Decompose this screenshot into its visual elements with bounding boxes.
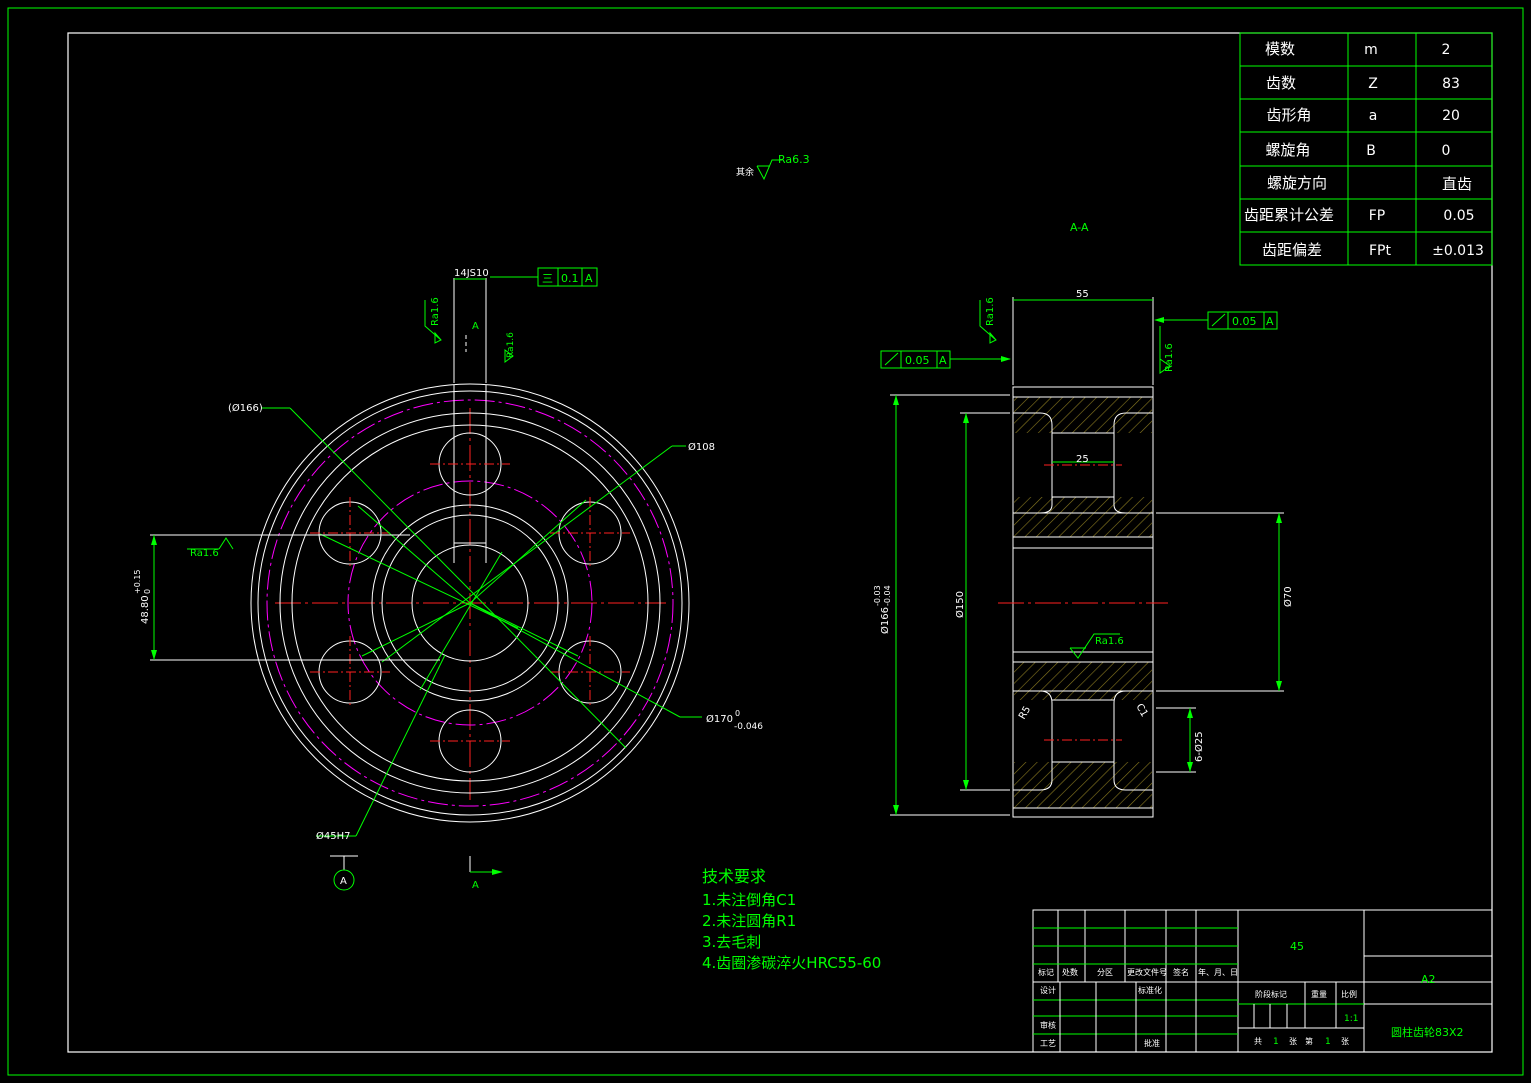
svg-text:Ø166: Ø166	[879, 607, 891, 634]
param-symbol: FPt	[1369, 243, 1391, 259]
svg-text:其余: 其余	[736, 166, 754, 178]
svg-text:批准: 批准	[1144, 1038, 1160, 1048]
svg-text:共: 共	[1254, 1037, 1262, 1046]
param-name: 齿数	[1266, 74, 1296, 92]
svg-text:6-Ø25: 6-Ø25	[1193, 731, 1205, 762]
svg-text:更改文件号: 更改文件号	[1127, 967, 1167, 977]
svg-text:2.未注圆角R1: 2.未注圆角R1	[702, 912, 796, 930]
svg-text:Ra1.6: Ra1.6	[1164, 343, 1175, 372]
svg-text:-0.04: -0.04	[883, 585, 892, 606]
svg-text:重量: 重量	[1311, 989, 1327, 999]
svg-text:45: 45	[1290, 940, 1304, 953]
svg-text:(Ø166): (Ø166)	[228, 402, 263, 414]
svg-text:审核: 审核	[1040, 1020, 1056, 1030]
param-name: 螺旋角	[1265, 141, 1310, 159]
svg-text:技术要求: 技术要求	[702, 867, 766, 886]
param-value: 直齿	[1442, 175, 1472, 193]
svg-text:A: A	[472, 880, 479, 891]
svg-text:圆柱齿轮83X2: 圆柱齿轮83X2	[1391, 1025, 1464, 1039]
svg-text:A2: A2	[1421, 973, 1436, 986]
svg-text:Ø108: Ø108	[688, 441, 715, 453]
svg-text:C1: C1	[1133, 702, 1149, 719]
svg-text:0: 0	[143, 589, 152, 594]
svg-text:25: 25	[1076, 454, 1089, 465]
svg-text:55: 55	[1076, 289, 1089, 300]
svg-text:标记: 标记	[1038, 967, 1054, 977]
roughness-other: 其余 Ra6.3	[736, 153, 810, 181]
param-value: 2	[1442, 42, 1451, 58]
svg-text:设计: 设计	[1040, 985, 1056, 995]
svg-text:0.05: 0.05	[1232, 315, 1257, 328]
svg-text:标准化: 标准化	[1138, 985, 1162, 995]
svg-text:阶段标记: 阶段标记	[1255, 989, 1287, 999]
svg-text:Ra1.6: Ra1.6	[430, 297, 441, 326]
svg-text:Ra6.3: Ra6.3	[778, 153, 810, 166]
svg-text:Ø170: Ø170	[706, 713, 733, 725]
side-view: 25 55 Ra1.6 Ra1.6 0.05 A 0.05 A Ø166 -0.…	[873, 289, 1294, 818]
svg-text:第: 第	[1305, 1036, 1313, 1046]
svg-text:张: 张	[1289, 1037, 1297, 1046]
param-value: 0	[1442, 143, 1451, 159]
svg-text:年、月、日: 年、月、日	[1198, 967, 1238, 977]
svg-text:1: 1	[1325, 1037, 1331, 1047]
svg-text:+0.15: +0.15	[133, 569, 142, 594]
param-name: 齿形角	[1266, 106, 1311, 124]
svg-text:A: A	[585, 272, 593, 285]
svg-text:处数: 处数	[1062, 967, 1078, 977]
svg-text:1:1: 1:1	[1344, 1014, 1358, 1024]
svg-text:0.05: 0.05	[905, 354, 930, 367]
svg-text:Ra1.6: Ra1.6	[985, 297, 996, 326]
param-name: 齿距累计公差	[1244, 206, 1334, 224]
section-label: A-A	[1070, 221, 1089, 234]
param-name: 模数	[1265, 40, 1295, 58]
param-symbol: FP	[1369, 208, 1386, 224]
svg-text:工艺: 工艺	[1040, 1039, 1056, 1048]
svg-text:Ra1.6: Ra1.6	[506, 332, 516, 358]
svg-text:Ra1.6: Ra1.6	[190, 548, 219, 559]
svg-text:1: 1	[1273, 1037, 1279, 1047]
svg-text:-0.03: -0.03	[873, 585, 882, 606]
svg-text:比例: 比例	[1341, 989, 1357, 999]
param-name: 齿距偏差	[1262, 241, 1322, 259]
param-symbol: m	[1364, 42, 1378, 58]
svg-text:A: A	[939, 354, 947, 367]
gear-parameter-table: 模数 m 2 齿数 Z 83 齿形角 a 20 螺旋角 B 0 螺旋方向 直齿 …	[1239, 32, 1493, 266]
svg-text:A: A	[472, 321, 479, 332]
front-view: (Ø166) Ø108 Ø170 0 -0.046 Ø45H7 14JS10 三…	[133, 267, 763, 891]
param-value: 0.05	[1443, 208, 1474, 224]
svg-text:分区: 分区	[1097, 968, 1113, 977]
svg-text:48.80: 48.80	[140, 595, 151, 624]
svg-text:-0.046: -0.046	[734, 722, 763, 732]
svg-text:14JS10: 14JS10	[454, 268, 489, 279]
svg-text:Ø45H7: Ø45H7	[316, 830, 350, 842]
svg-text:3.去毛刺: 3.去毛刺	[702, 933, 761, 951]
svg-text:R5: R5	[1017, 704, 1033, 721]
param-symbol: a	[1369, 108, 1378, 124]
param-value: 83	[1442, 76, 1460, 92]
cad-drawing: 模数 m 2 齿数 Z 83 齿形角 a 20 螺旋角 B 0 螺旋方向 直齿 …	[7, 7, 1524, 1076]
param-symbol: Z	[1368, 76, 1378, 92]
svg-text:4.齿圈渗碳淬火HRC55-60: 4.齿圈渗碳淬火HRC55-60	[702, 954, 881, 972]
title-block: 标记 处数 分区 更改文件号 签名 年、月、日 设计 审核 工艺 标准化 批准 …	[1032, 909, 1493, 1053]
param-value: ±0.013	[1432, 243, 1484, 259]
technical-requirements: 技术要求 1.未注倒角C1 2.未注圆角R1 3.去毛刺 4.齿圈渗碳淬火HRC…	[702, 867, 881, 972]
svg-text:三: 三	[542, 272, 553, 285]
svg-text:0: 0	[735, 709, 740, 718]
svg-text:Ø70: Ø70	[1282, 586, 1294, 607]
svg-text:Ra1.6: Ra1.6	[1095, 636, 1124, 647]
param-value: 20	[1442, 108, 1460, 124]
svg-text:签名: 签名	[1173, 967, 1189, 977]
param-symbol: B	[1366, 143, 1376, 159]
svg-text:0.1: 0.1	[561, 272, 579, 285]
svg-text:张: 张	[1341, 1037, 1349, 1046]
svg-text:A: A	[340, 876, 347, 887]
svg-text:1.未注倒角C1: 1.未注倒角C1	[702, 891, 796, 909]
param-name: 螺旋方向	[1267, 174, 1327, 192]
svg-text:Ø150: Ø150	[954, 591, 966, 618]
svg-text:A: A	[1266, 315, 1274, 328]
